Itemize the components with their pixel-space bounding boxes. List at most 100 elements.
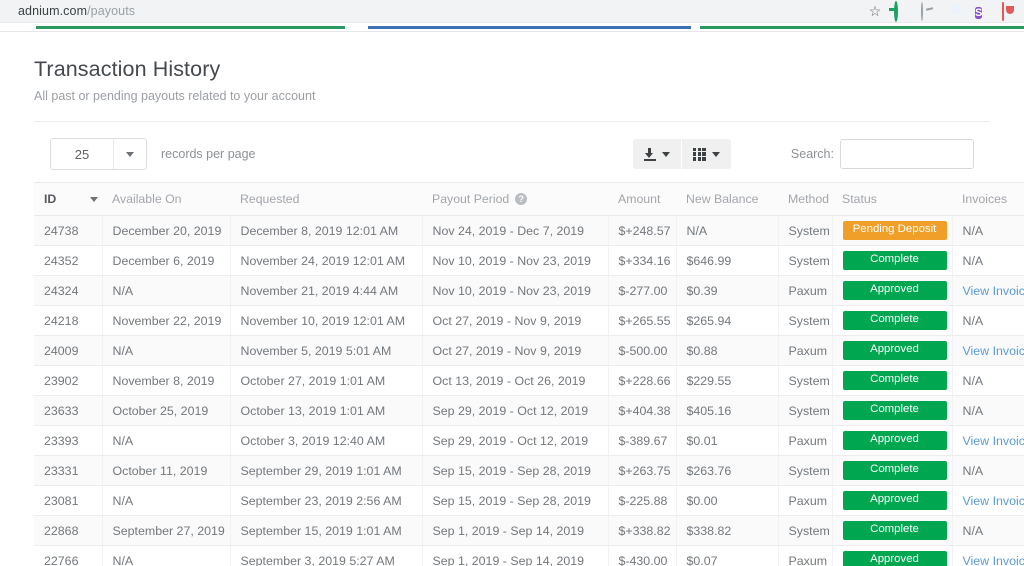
cell-invoices: N/A xyxy=(952,515,1024,546)
cell-payout-period: Sep 15, 2019 - Sep 28, 2019 xyxy=(422,485,609,516)
cell-method: Paxum xyxy=(778,275,833,306)
column-header-requested[interactable]: Requested xyxy=(230,182,422,216)
url-host: adnium.com xyxy=(18,4,88,18)
cell-requested: October 27, 2019 1:01 AM xyxy=(230,365,423,396)
caret-down-icon xyxy=(661,151,670,157)
cell-invoices: View Invoice xyxy=(952,335,1024,366)
cell-new-balance: N/A xyxy=(676,215,779,246)
strip-segment-blue-center xyxy=(368,26,691,29)
cell-amount: $+265.55 xyxy=(608,305,677,336)
status-badge: Approved xyxy=(842,431,947,450)
view-invoice-link[interactable]: View Invoice xyxy=(963,284,1024,298)
transaction-id: 24738 xyxy=(34,215,103,246)
status-badge: Complete xyxy=(842,251,947,270)
export-download-button[interactable] xyxy=(632,139,681,169)
purple-s-extension-icon[interactable]: S xyxy=(975,3,991,19)
cell-available-on: N/A xyxy=(102,485,231,516)
cell-amount: $-277.00 xyxy=(608,275,677,306)
cell-status: Approved xyxy=(832,545,953,566)
cell-available-on: December 20, 2019 xyxy=(102,215,231,246)
download-icon xyxy=(643,147,656,161)
cell-invoices: N/A xyxy=(952,455,1024,486)
cell-new-balance: $229.55 xyxy=(676,365,779,396)
column-label-available-on: Available On xyxy=(112,192,182,206)
transaction-id: 24218 xyxy=(34,305,103,336)
view-invoice-link[interactable]: View Invoice xyxy=(963,554,1024,566)
help-question-icon[interactable]: ? xyxy=(515,193,528,205)
cell-requested: December 8, 2019 12:01 AM xyxy=(230,215,423,246)
view-invoice-link[interactable]: View Invoice xyxy=(963,494,1024,508)
column-header-status[interactable]: Status xyxy=(832,182,952,216)
column-header-amount[interactable]: Amount xyxy=(608,182,676,216)
cell-requested: November 5, 2019 5:01 AM xyxy=(230,335,423,366)
blue-extension-icon[interactable] xyxy=(948,3,964,19)
status-badge: Pending Deposit xyxy=(842,221,947,240)
cell-method: System xyxy=(778,515,833,546)
cell-payout-period: Sep 29, 2019 - Oct 12, 2019 xyxy=(422,425,609,456)
column-header-payout-period[interactable]: Payout Period ? xyxy=(422,182,608,216)
cell-new-balance: $0.07 xyxy=(676,545,779,566)
cell-requested: October 3, 2019 12:40 AM xyxy=(230,425,423,456)
cell-requested: September 3, 2019 5:27 AM xyxy=(230,545,423,566)
cell-status: Complete xyxy=(832,305,953,336)
status-badge: Approved xyxy=(842,551,947,566)
column-header-id[interactable]: ID xyxy=(34,182,102,216)
column-visibility-button[interactable] xyxy=(681,139,731,169)
cell-payout-period: Sep 29, 2019 - Oct 12, 2019 xyxy=(422,395,609,426)
red-shield-extension-icon[interactable] xyxy=(1002,2,1018,21)
cell-new-balance: $338.82 xyxy=(676,515,779,546)
transaction-id: 24352 xyxy=(34,245,103,276)
page-title: Transaction History xyxy=(34,57,221,81)
column-header-method[interactable]: Method xyxy=(778,182,832,216)
table-row: 23331 October 11, 2019 September 29, 2019 … xyxy=(34,455,1024,486)
column-header-available-on[interactable]: Available On xyxy=(102,182,230,216)
transaction-id: 24324 xyxy=(34,275,103,306)
cell-amount: $-225.88 xyxy=(608,485,677,516)
strip-segment-green-right xyxy=(700,26,1024,29)
table-row: 24738 December 20, 2019 December 8, 2019 1… xyxy=(34,215,1024,246)
table-header-row: ID Available On Requested Payout Period … xyxy=(34,182,1024,216)
status-badge: Complete xyxy=(842,521,947,540)
column-header-new-balance[interactable]: New Balance xyxy=(676,182,778,216)
cell-requested: November 21, 2019 4:44 AM xyxy=(230,275,423,306)
cell-status: Approved xyxy=(832,335,953,366)
table-body: 24738 December 20, 2019 December 8, 2019 1… xyxy=(34,215,1024,566)
cell-amount: $+228.66 xyxy=(608,365,677,396)
status-badge: Complete xyxy=(842,311,947,330)
records-per-page-select[interactable]: 25 xyxy=(50,138,147,170)
cell-new-balance: $263.76 xyxy=(676,455,779,486)
cell-payout-period: Nov 24, 2019 - Dec 7, 2019 xyxy=(422,215,609,246)
view-invoice-link[interactable]: View Invoice xyxy=(963,434,1024,448)
cell-amount: $-430.00 xyxy=(608,545,677,566)
status-badge: Approved xyxy=(842,491,947,510)
cell-payout-period: Sep 1, 2019 - Sep 14, 2019 xyxy=(422,515,609,546)
cell-amount: $+404.38 xyxy=(608,395,677,426)
cell-requested: September 29, 2019 1:01 AM xyxy=(230,455,423,486)
column-label-method: Method xyxy=(788,192,830,206)
transaction-id: 23902 xyxy=(34,365,103,396)
cell-status: Complete xyxy=(832,515,953,546)
extension-circle-icon[interactable] xyxy=(921,2,937,21)
table-header: ID Available On Requested Payout Period … xyxy=(34,182,1024,216)
table-row: 22868 September 27, 2019 September 15, 201… xyxy=(34,515,1024,546)
search-input[interactable] xyxy=(840,139,974,169)
cell-available-on: N/A xyxy=(102,335,231,366)
column-header-invoices[interactable]: Invoices xyxy=(952,182,1024,216)
cell-payout-period: Nov 10, 2019 - Nov 23, 2019 xyxy=(422,275,609,306)
table-row: 24218 November 22, 2019 November 10, 2019 … xyxy=(34,305,1024,336)
cell-status: Approved xyxy=(832,425,953,456)
grammarly-extension-icon[interactable] xyxy=(894,1,910,22)
view-invoice-link[interactable]: View Invoice xyxy=(963,344,1024,358)
cell-status: Complete xyxy=(832,245,953,276)
address-bar[interactable]: adnium.com/payouts xyxy=(18,4,135,18)
cell-amount: $+248.57 xyxy=(608,215,677,246)
strip-segment-green-left xyxy=(36,26,345,29)
column-label-status: Status xyxy=(842,192,877,206)
bookmark-star-icon[interactable]: ☆ xyxy=(867,3,883,19)
cell-payout-period: Nov 10, 2019 - Nov 23, 2019 xyxy=(422,245,609,276)
chevron-down-icon[interactable] xyxy=(113,139,146,169)
cell-status: Approved xyxy=(832,485,953,516)
cell-invoices: N/A xyxy=(952,245,1024,276)
cell-requested: October 13, 2019 1:01 AM xyxy=(230,395,423,426)
browser-extension-icons: ☆ S xyxy=(867,0,1018,22)
